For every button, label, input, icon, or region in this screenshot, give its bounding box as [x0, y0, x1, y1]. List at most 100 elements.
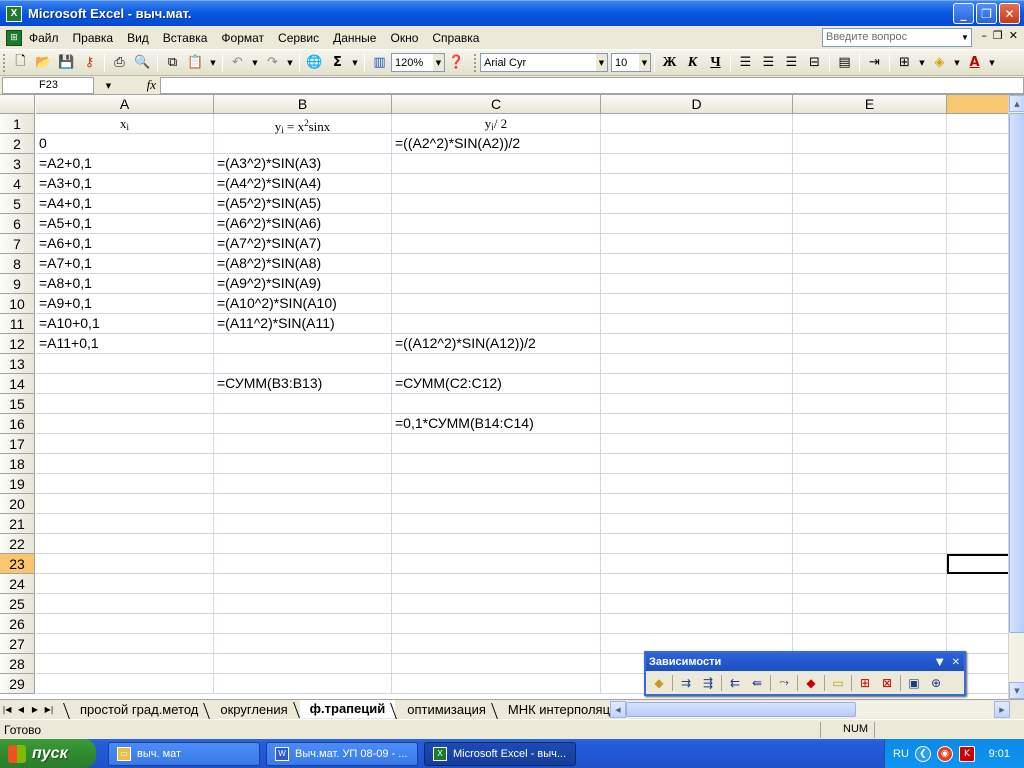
borders-icon[interactable]: ⊞: [894, 52, 915, 73]
cell-f22[interactable]: [947, 534, 1008, 554]
row-header[interactable]: 22: [0, 534, 35, 554]
cell-e20[interactable]: [793, 494, 947, 514]
cell-f7[interactable]: [947, 234, 1008, 254]
next-sheet-icon[interactable]: ▶: [28, 705, 42, 714]
toolbar-options-icon[interactable]: ▼: [936, 657, 944, 668]
row-header[interactable]: 8: [0, 254, 35, 274]
toolbar-close-icon[interactable]: ✕: [952, 657, 960, 668]
row-header[interactable]: 10: [0, 294, 35, 314]
cell-a1[interactable]: xi: [36, 114, 214, 134]
cell-c20[interactable]: [392, 494, 601, 514]
menu-help[interactable]: Справка: [425, 27, 486, 49]
row-header[interactable]: 15: [0, 394, 35, 414]
bold-button[interactable]: Ж: [659, 52, 680, 73]
cell-b26[interactable]: [214, 614, 392, 634]
cell-c21[interactable]: [392, 514, 601, 534]
row-header[interactable]: 3: [0, 154, 35, 174]
cell-b29[interactable]: [214, 674, 392, 694]
cell-a17[interactable]: [36, 434, 214, 454]
antivirus-icon[interactable]: K: [958, 745, 975, 762]
row-header[interactable]: 11: [0, 314, 35, 334]
cell-b23[interactable]: [214, 554, 392, 574]
cell-d12[interactable]: [601, 334, 793, 354]
workbook-minimize-icon[interactable]: –: [981, 29, 987, 42]
borders-dropdown-icon[interactable]: ▼: [917, 52, 927, 73]
workbook-close-icon[interactable]: ✕: [1009, 29, 1018, 42]
column-header-e[interactable]: E: [793, 95, 947, 114]
cell-f4[interactable]: [947, 174, 1008, 194]
menu-file[interactable]: Файл: [22, 27, 66, 49]
row-header[interactable]: 23: [0, 554, 35, 574]
cell-c27[interactable]: [392, 634, 601, 654]
cell-c17[interactable]: [392, 434, 601, 454]
menu-edit[interactable]: Правка: [66, 27, 121, 49]
error-check-icon[interactable]: ◆: [648, 673, 670, 693]
row-header[interactable]: 21: [0, 514, 35, 534]
ask-dropdown-icon[interactable]: ▼: [959, 29, 971, 46]
name-box[interactable]: F23: [2, 76, 94, 94]
cell-a5[interactable]: =A4+0,1: [36, 194, 214, 214]
cell-b4[interactable]: =(A4^2)*SIN(A4): [214, 174, 392, 194]
toolbar-grip[interactable]: [3, 53, 6, 72]
scroll-right-icon[interactable]: ▶: [994, 701, 1010, 718]
undo-icon[interactable]: ↶: [227, 52, 248, 73]
font-size-select[interactable]: 10 ▼: [611, 53, 651, 72]
cell-f10[interactable]: [947, 294, 1008, 314]
cell-a25[interactable]: [36, 594, 214, 614]
autosum-icon[interactable]: Σ: [327, 52, 348, 73]
fill-color-icon[interactable]: ◈: [929, 52, 950, 73]
cell-b18[interactable]: [214, 454, 392, 474]
cell-f19[interactable]: [947, 474, 1008, 494]
column-header-c[interactable]: C: [392, 95, 601, 114]
remove-dependent-arrows-icon[interactable]: ⇚: [746, 673, 768, 693]
redo-icon[interactable]: ↷: [262, 52, 283, 73]
cell-a13[interactable]: [36, 354, 214, 374]
row-header[interactable]: 9: [0, 274, 35, 294]
cell-b19[interactable]: [214, 474, 392, 494]
new-comment-icon[interactable]: ▭: [827, 673, 849, 693]
hyperlink-icon[interactable]: 🌐: [304, 52, 325, 73]
cell-b6[interactable]: =(A6^2)*SIN(A6): [214, 214, 392, 234]
cell-c12[interactable]: =((A12^2)*SIN(A12))/2: [392, 334, 601, 354]
cell-d20[interactable]: [601, 494, 793, 514]
menu-view[interactable]: Вид: [120, 27, 156, 49]
menu-data[interactable]: Данные: [326, 27, 383, 49]
cell-d6[interactable]: [601, 214, 793, 234]
workbook-icon[interactable]: ⊞: [6, 29, 22, 46]
row-header[interactable]: 12: [0, 334, 35, 354]
excel-app-icon[interactable]: X: [6, 5, 22, 22]
select-all-corner[interactable]: [0, 95, 35, 114]
cell-e25[interactable]: [793, 594, 947, 614]
cell-e18[interactable]: [793, 454, 947, 474]
cell-d7[interactable]: [601, 234, 793, 254]
cell-f16[interactable]: [947, 414, 1008, 434]
row-header[interactable]: 2: [0, 134, 35, 154]
font-name-dropdown-icon[interactable]: ▼: [596, 54, 607, 71]
cell-c1[interactable]: yi/ 2: [392, 114, 601, 134]
row-header[interactable]: 27: [0, 634, 35, 654]
cell-a14[interactable]: [36, 374, 214, 394]
row-header[interactable]: 24: [0, 574, 35, 594]
row-header[interactable]: 20: [0, 494, 35, 514]
cell-e12[interactable]: [793, 334, 947, 354]
cell-b3[interactable]: =(A3^2)*SIN(A3): [214, 154, 392, 174]
align-right-icon[interactable]: ☰: [781, 52, 802, 73]
cell-f11[interactable]: [947, 314, 1008, 334]
cell-a8[interactable]: =A7+0,1: [36, 254, 214, 274]
cell-f5[interactable]: [947, 194, 1008, 214]
cell-f18[interactable]: [947, 454, 1008, 474]
cell-a12[interactable]: =A11+0,1: [36, 334, 214, 354]
vertical-scroll-thumb[interactable]: [1009, 113, 1024, 633]
cell-e17[interactable]: [793, 434, 947, 454]
cell-d17[interactable]: [601, 434, 793, 454]
cell-a16[interactable]: [36, 414, 214, 434]
cell-f21[interactable]: [947, 514, 1008, 534]
cell-c23[interactable]: [392, 554, 601, 574]
print-icon[interactable]: ⎙: [109, 52, 130, 73]
cell-e19[interactable]: [793, 474, 947, 494]
scroll-left-icon[interactable]: ◀: [610, 701, 626, 718]
cell-d11[interactable]: [601, 314, 793, 334]
cell-d9[interactable]: [601, 274, 793, 294]
cell-c28[interactable]: [392, 654, 601, 674]
cell-b7[interactable]: =(A7^2)*SIN(A7): [214, 234, 392, 254]
